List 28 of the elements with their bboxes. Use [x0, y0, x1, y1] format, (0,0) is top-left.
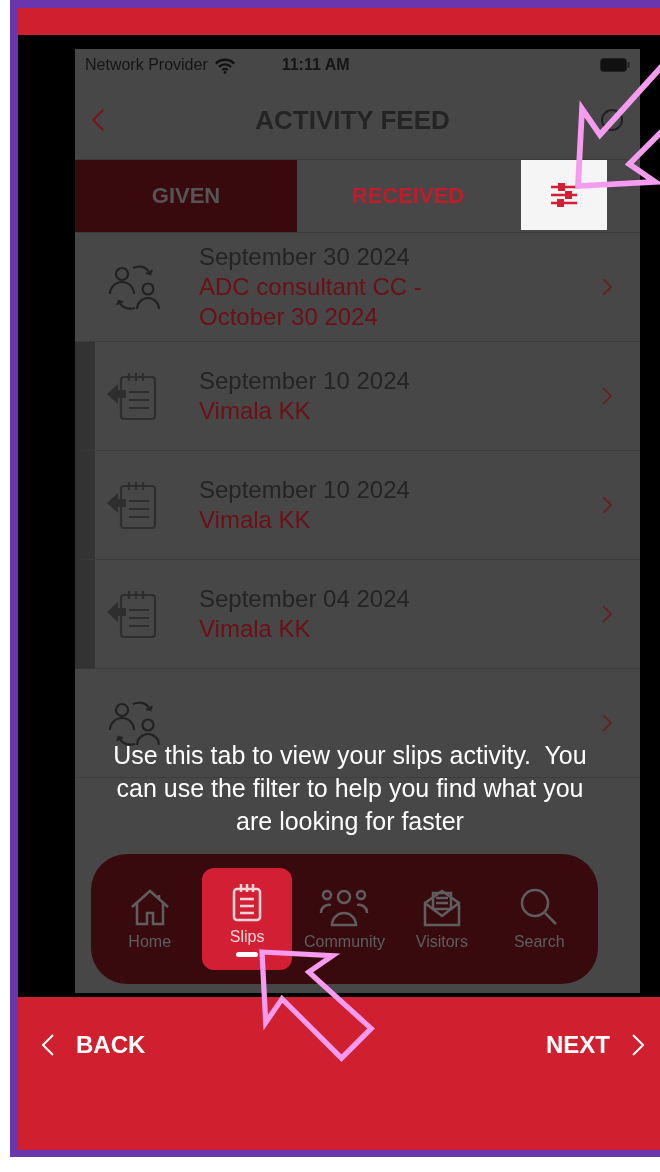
feed-title: Vimala KK	[199, 396, 312, 427]
feed-title: Vimala KK	[199, 505, 312, 536]
nav-tab[interactable]: Search	[494, 868, 585, 971]
tooltip-text: Use this tab to view your slips activity. You can use the filter to help you find what you are looking for faster	[112, 740, 588, 838]
feed-tab[interactable]: GIVEN	[75, 160, 297, 233]
battery-icon	[600, 58, 630, 73]
chevron-right-icon	[602, 278, 612, 297]
back-button[interactable]: BACK	[42, 1026, 146, 1063]
active-indicator	[236, 951, 259, 957]
chevron-right-icon	[632, 1033, 644, 1056]
notepad-icon	[231, 881, 264, 922]
people-group-icon	[318, 887, 371, 928]
chevron-right-icon	[602, 387, 612, 406]
next-button[interactable]: NEXT	[546, 1026, 644, 1063]
chevron-right-icon	[602, 714, 612, 733]
info-circle-icon[interactable]	[600, 108, 624, 133]
feed-title: Vimala KK	[199, 614, 312, 645]
chevron-right-icon	[602, 496, 612, 515]
envelope-icon	[421, 887, 462, 928]
nav-tab[interactable]: Community	[299, 868, 390, 971]
chevron-left-icon	[42, 1033, 54, 1056]
nav-tab[interactable]: Slips	[202, 868, 293, 971]
chevron-right-icon	[602, 605, 612, 624]
wifi-icon	[213, 56, 236, 74]
nav-tab[interactable]: Home	[104, 868, 195, 971]
filter-button[interactable]	[521, 160, 607, 231]
nav-tab[interactable]: Visitors	[396, 868, 487, 971]
feed-title: ADC consultant CC - October 30 2024	[199, 272, 423, 333]
